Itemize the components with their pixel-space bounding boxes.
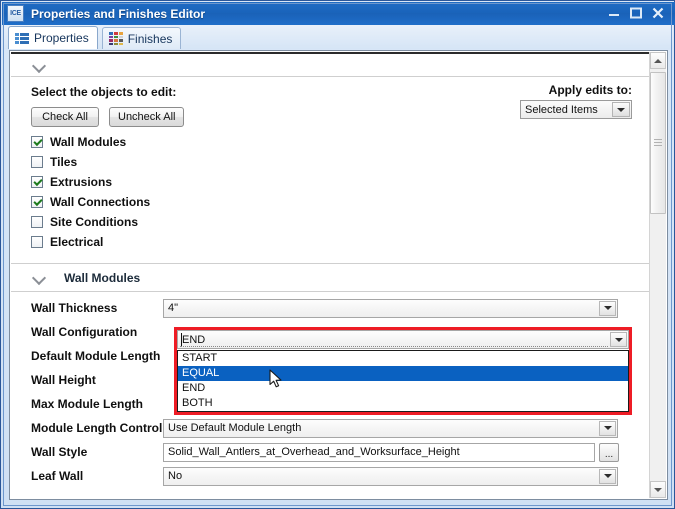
- leaf-wall-select[interactable]: No: [163, 466, 618, 486]
- wall-style-input[interactable]: Solid_Wall_Antlers_at_Overhead_and_Works…: [163, 442, 595, 462]
- checkbox-tiles[interactable]: [31, 156, 43, 168]
- property-label: Wall Thickness: [31, 301, 118, 315]
- scroll-down-button[interactable]: [650, 481, 666, 498]
- property-label: Max Module Length: [31, 397, 143, 411]
- property-row-wall-thickness: Wall Thickness 4": [11, 296, 650, 320]
- wall-thickness-select[interactable]: 4": [163, 298, 618, 318]
- checkbox-label: Site Conditions: [50, 215, 138, 229]
- checkbox-row[interactable]: Tiles: [31, 153, 650, 171]
- scrollbar-thumb[interactable]: [650, 72, 666, 214]
- title-bar: ICE Properties and Finishes Editor: [2, 2, 675, 25]
- wall-modules-section-header[interactable]: Wall Modules: [11, 263, 650, 292]
- list-icon: [15, 32, 29, 44]
- checkbox-row[interactable]: Electrical: [31, 233, 650, 251]
- leaf-wall-value: No: [168, 470, 183, 482]
- wall-configuration-select[interactable]: END: [177, 330, 629, 349]
- checkbox-label: Tiles: [50, 155, 78, 169]
- apply-edits-block: Apply edits to: Selected Items: [520, 83, 632, 119]
- maximize-icon[interactable]: [625, 4, 647, 21]
- chevron-down-icon[interactable]: [599, 468, 616, 484]
- checkbox-electrical[interactable]: [31, 236, 43, 248]
- focus-underline: [180, 345, 608, 347]
- minimize-icon[interactable]: [603, 4, 625, 21]
- chevron-down-icon[interactable]: [599, 300, 616, 316]
- property-label: Wall Configuration: [31, 325, 138, 339]
- scroll-up-button[interactable]: [650, 52, 666, 69]
- content-panel: Select the objects to edit: Apply edits …: [9, 50, 668, 500]
- property-label: Leaf Wall: [31, 469, 84, 483]
- property-label: Default Module Length: [31, 349, 161, 363]
- property-label: Wall Style: [31, 445, 88, 459]
- chevron-down-icon[interactable]: [599, 420, 616, 436]
- wall-style-value: Solid_Wall_Antlers_at_Overhead_and_Works…: [168, 446, 460, 458]
- top-collapse-row[interactable]: [11, 54, 650, 77]
- checkbox-row[interactable]: Wall Connections: [31, 193, 650, 211]
- tab-finishes[interactable]: Finishes: [101, 27, 182, 49]
- chevron-down-icon[interactable]: [610, 332, 627, 347]
- checkbox-row[interactable]: Site Conditions: [31, 213, 650, 231]
- application-window: ICE Properties and Finishes Editor Prope…: [0, 0, 675, 509]
- dropdown-option-start[interactable]: START: [178, 351, 628, 366]
- color-grid-icon: [108, 32, 123, 45]
- chevron-down-icon[interactable]: [612, 102, 630, 117]
- wall-configuration-value: END: [182, 333, 206, 346]
- uncheck-all-button[interactable]: Uncheck All: [109, 107, 185, 127]
- wall-modules-title: Wall Modules: [64, 270, 141, 285]
- wall-thickness-value: 4": [168, 302, 179, 314]
- property-row-wall-style: Wall Style Solid_Wall_Antlers_at_Overhea…: [11, 440, 650, 464]
- module-length-control-value: Use Default Module Length: [168, 422, 302, 434]
- dropdown-option-end[interactable]: END: [178, 381, 628, 396]
- app-icon: ICE: [7, 5, 24, 22]
- window-title: Properties and Finishes Editor: [31, 6, 206, 21]
- property-row-module-length-control: Module Length Control Use Default Module…: [11, 416, 650, 440]
- object-checkbox-list: Wall Modules Tiles Extrusions Wall Conne…: [31, 133, 650, 251]
- select-objects-section: Select the objects to edit: Apply edits …: [11, 77, 650, 259]
- scroll-content: Select the objects to edit: Apply edits …: [11, 52, 650, 498]
- checkbox-wall-connections[interactable]: [31, 196, 43, 208]
- property-row-leaf-wall: Leaf Wall No: [11, 464, 650, 488]
- apply-edits-label: Apply edits to:: [548, 83, 632, 97]
- dropdown-option-equal[interactable]: EQUAL: [178, 366, 628, 381]
- window-controls: [603, 4, 669, 21]
- wall-style-browse-button[interactable]: ...: [599, 442, 619, 462]
- chevron-down-icon[interactable]: [33, 271, 46, 284]
- grip-icon: [654, 138, 662, 148]
- checkbox-row[interactable]: Wall Modules: [31, 133, 650, 151]
- checkbox-label: Extrusions: [50, 175, 113, 189]
- vertical-scrollbar[interactable]: [649, 52, 666, 498]
- apply-edits-value: Selected Items: [525, 103, 598, 116]
- checkbox-label: Electrical: [50, 235, 104, 249]
- chevron-down-icon[interactable]: [33, 59, 46, 72]
- property-label: Module Length Control: [31, 421, 163, 435]
- tab-properties[interactable]: Properties: [8, 26, 98, 49]
- wall-configuration-dropdown-list[interactable]: START EQUAL END BOTH: [177, 350, 629, 412]
- tab-properties-label: Properties: [34, 31, 89, 45]
- checkbox-site-conditions[interactable]: [31, 216, 43, 228]
- dropdown-option-both[interactable]: BOTH: [178, 396, 628, 411]
- apply-edits-select[interactable]: Selected Items: [520, 100, 632, 119]
- checkbox-row[interactable]: Extrusions: [31, 173, 650, 191]
- property-label: Wall Height: [31, 373, 96, 387]
- checkbox-wall-modules[interactable]: [31, 136, 43, 148]
- checkbox-label: Wall Connections: [50, 195, 151, 209]
- checkbox-extrusions[interactable]: [31, 176, 43, 188]
- check-all-button[interactable]: Check All: [31, 107, 99, 127]
- tab-finishes-label: Finishes: [127, 31, 173, 46]
- checkbox-label: Wall Modules: [50, 135, 127, 149]
- close-icon[interactable]: [647, 4, 669, 21]
- tab-strip: Properties Finishes: [4, 25, 673, 49]
- module-length-control-select[interactable]: Use Default Module Length: [163, 418, 618, 438]
